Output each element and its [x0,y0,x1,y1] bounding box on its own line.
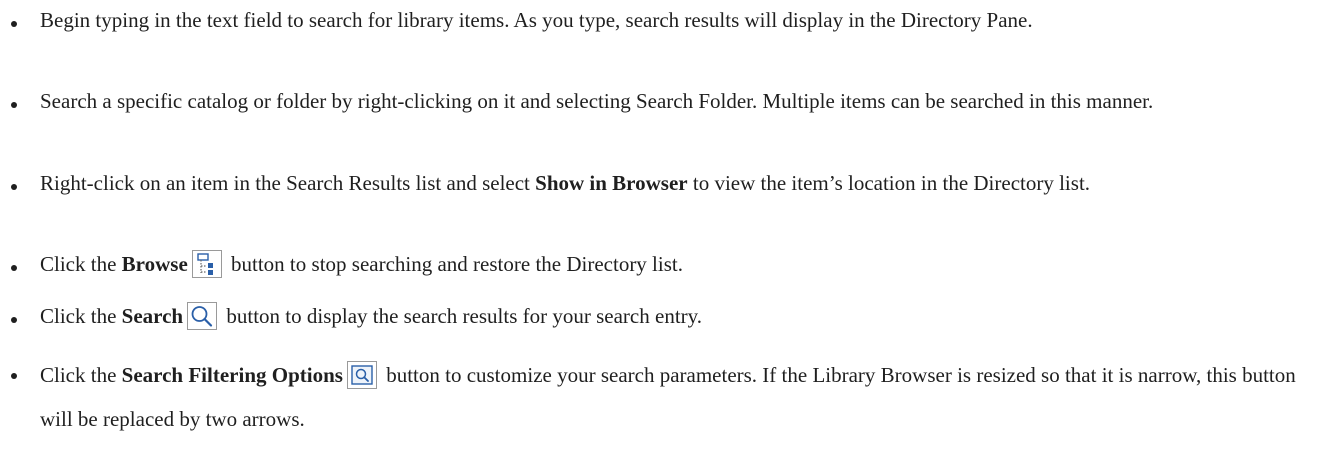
bullet-text-post: button to stop searching and restore the… [225,252,683,276]
list-item: Search a specific catalog or folder by r… [11,87,1300,116]
list-item: Begin typing in the text field to search… [11,6,1300,35]
bullet-text-pre: Click the [40,252,122,276]
search-filter-icon [346,361,377,389]
bullet-text-bold: Show in Browser [535,171,688,195]
bullet-text-bold: Search [121,304,184,328]
bullet-text: Search a specific catalog or folder by r… [40,89,1154,113]
bullet-text-pre: Click the [40,363,122,387]
search-icon [187,302,218,330]
list-item: Click the Search button to display the s… [11,302,1300,331]
bullet-text-bold: Search Filtering Options [121,363,343,387]
bullet-text: Begin typing in the text field to search… [40,8,1033,32]
bullet-text-post: button to display the search results for… [221,304,703,328]
list-item: Click the Browse button to stop searchin… [11,250,1300,279]
browse-icon [191,250,222,278]
bullet-text-pre: Click the [40,304,122,328]
bullet-text-post: to view the item’s location in the Direc… [687,171,1091,195]
bullet-text-bold: Browse [121,252,188,276]
list-item: Right-click on an item in the Search Res… [11,169,1300,198]
bullet-text-pre: Right-click on an item in the Search Res… [40,171,536,195]
list-item: Click the Search Filtering Options butto… [11,353,1300,441]
